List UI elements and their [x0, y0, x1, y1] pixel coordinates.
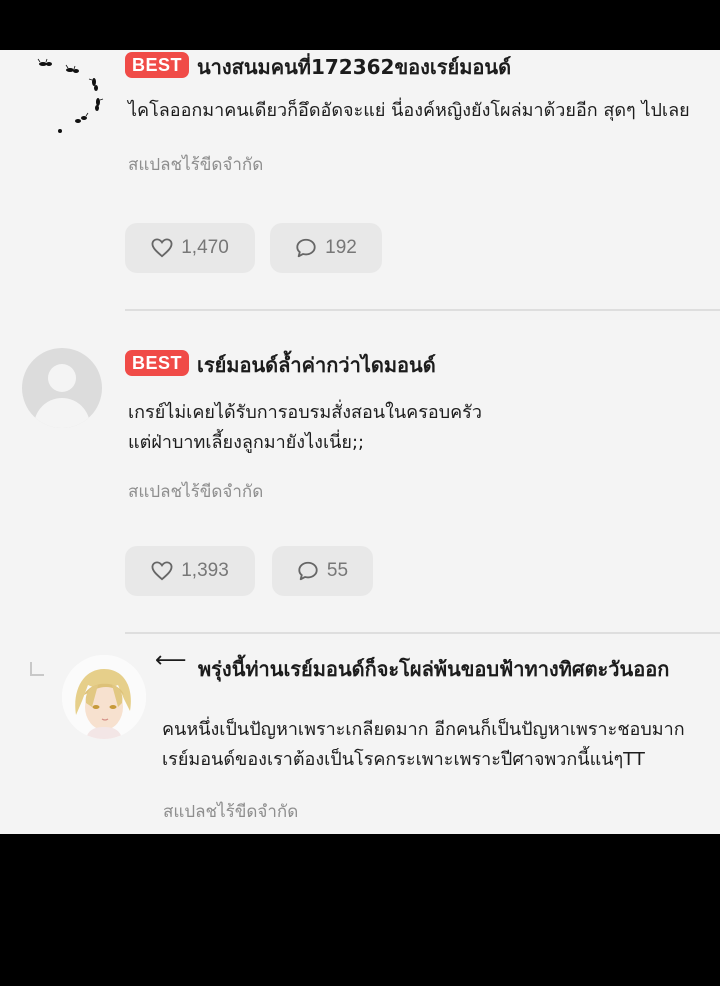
reply-indicator-icon — [30, 662, 44, 676]
comment-text: เกรย์ไม่เคยได้รับการอบรมสั่งสอนในครอบครั… — [128, 398, 482, 458]
ants-avatar[interactable] — [28, 54, 118, 144]
comment-text: ไคโลออกมาคนเดียวก็อึดอัดจะแย่ นี่องค์หญิ… — [128, 96, 690, 126]
reply-text-line: เรย์มอนด์ของเราต้องเป็นโรคกระเพาะเพราะปี… — [162, 749, 645, 770]
translate-link[interactable]: สแปลชไร้ขีดจำกัด — [128, 151, 263, 178]
comment-text-line: แต่ฝ่าบาทเลี้ยงลูกมายังไงเนี่ย;; — [128, 432, 365, 453]
best-badge: BEST — [125, 52, 190, 78]
best-badge: BEST — [125, 350, 190, 376]
comment-text-line: เกรย์ไม่เคยได้รับการอบรมสั่งสอนในครอบครั… — [128, 402, 482, 423]
anime-character-icon — [62, 655, 146, 739]
comment-text-line: ไคโลออกมาคนเดียวก็อึดอัดจะแย่ นี่องค์หญิ… — [128, 100, 690, 121]
reply-count: 55 — [326, 560, 349, 581]
reply-count: 192 — [325, 237, 357, 258]
comment-list: BEST นางสนมคนที่172362ของเรย์มอนด์ ไคโลอ… — [0, 50, 720, 834]
reply-username[interactable]: พรุ่งนี้ท่านเรย์มอนด์ก็จะโผล่พ้นขอบฟ้าทา… — [198, 653, 669, 685]
reply-text-line: คนหนึ่งเป็นปัญหาเพราะเกลียดมาก อีกคนก็เป… — [162, 719, 685, 740]
reply-text: คนหนึ่งเป็นปัญหาเพราะเกลียดมาก อีกคนก็เป… — [162, 715, 685, 775]
heart-icon — [151, 238, 173, 258]
reply-arrow-icon: ⟵ — [155, 648, 187, 673]
divider — [125, 309, 720, 311]
default-avatar[interactable] — [22, 348, 102, 428]
translate-link[interactable]: สแปลชไร้ขีดจำกัด — [128, 478, 263, 505]
heart-icon — [151, 561, 173, 581]
reply-button[interactable]: 55 — [272, 546, 373, 596]
speech-bubble-icon — [298, 561, 318, 581]
speech-bubble-icon — [296, 238, 316, 258]
translate-link[interactable]: สแปลชไร้ขีดจำกัด — [163, 798, 298, 825]
like-button[interactable]: 1,393 — [125, 546, 255, 596]
divider — [125, 632, 720, 634]
avatar-shoulders — [34, 398, 90, 428]
comment-username[interactable]: เรย์มอนด์ล้ำค่ากว่าไดมอนด์ — [197, 349, 436, 381]
like-count: 1,470 — [181, 237, 229, 258]
reply-button[interactable]: 192 — [270, 223, 382, 273]
like-button[interactable]: 1,470 — [125, 223, 255, 273]
like-count: 1,393 — [181, 560, 229, 581]
avatar-head — [48, 364, 76, 392]
anime-avatar[interactable] — [62, 655, 146, 739]
comment-username[interactable]: นางสนมคนที่172362ของเรย์มอนด์ — [197, 51, 511, 83]
